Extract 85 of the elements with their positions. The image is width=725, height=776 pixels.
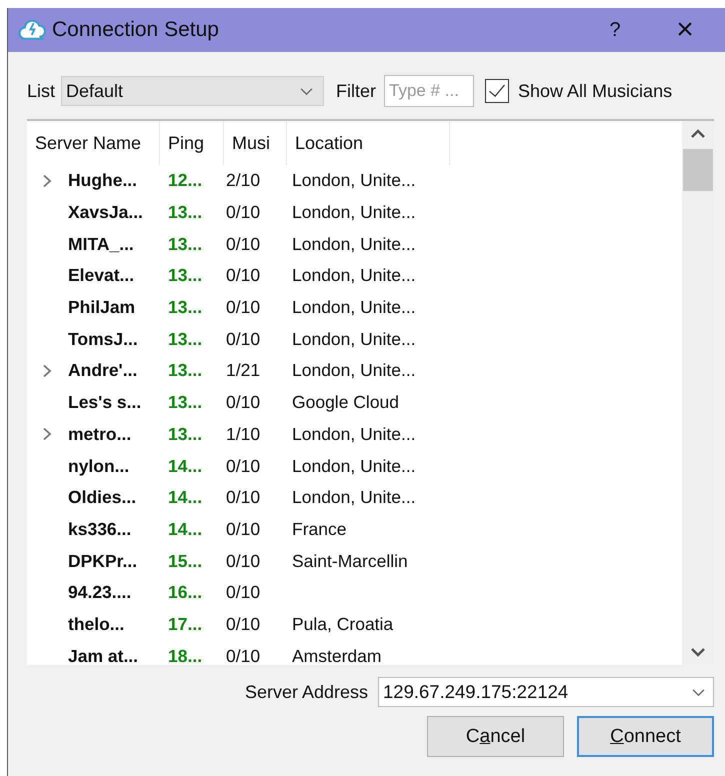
help-button[interactable]: ?: [580, 8, 650, 52]
column-header[interactable]: Server Name: [27, 121, 160, 165]
table-cell-text: 16...: [167, 582, 204, 604]
table-cell-text: Saint-Marcellin: [291, 550, 409, 572]
table-cell-text: nylon...: [67, 456, 130, 477]
table-cell-text: 13...: [167, 234, 204, 255]
table-cell-text: 14...: [167, 456, 204, 477]
table-cell-text: 0/10: [225, 328, 262, 350]
table-cell-text: 13...: [167, 424, 204, 445]
table-cell-text: 14...: [167, 518, 204, 540]
window-title: Connection Setup: [52, 18, 220, 42]
table-cell-text: 13...: [167, 360, 204, 382]
table-cell-text: thelo...: [67, 614, 126, 635]
table-cell-text: 0/10: [225, 202, 262, 224]
table-cell-text: 1/21: [225, 360, 262, 382]
table-cell-text: 0/10: [225, 297, 262, 318]
table-cell-text: TomsJ...: [67, 328, 139, 350]
table-cell-text: 13...: [167, 328, 204, 350]
table-cell-text: 13...: [167, 297, 204, 318]
table-cell-text: Jam at...: [67, 646, 140, 665]
table-cell-text: London, Unite...: [291, 265, 417, 286]
server-address-field[interactable]: 129.67.249.175:22124: [378, 677, 714, 707]
table-cell-text: Les's s...: [67, 392, 142, 414]
cancel-button[interactable]: Cancel: [427, 716, 564, 757]
table-cell-text: London, Unite...: [291, 487, 417, 508]
table-cell-text: 0/10: [225, 234, 262, 255]
table-cell-text: 0/10: [225, 456, 262, 477]
table-cell-text: 13...: [167, 265, 204, 286]
show-all-label: Show All Musicians: [518, 80, 672, 102]
table-cell-text: 13...: [167, 392, 204, 414]
table-cell-text: London, Unite...: [291, 234, 417, 255]
scrollbar-thumb[interactable]: [683, 149, 713, 191]
column-header[interactable]: Musi: [224, 121, 287, 165]
table-cell-text: France: [291, 518, 348, 540]
table-cell-text: 12...: [167, 170, 204, 192]
table-cell-text: London, Unite...: [291, 360, 417, 382]
column-header[interactable]: Ping: [160, 121, 224, 165]
table-cell-text: 0/10: [225, 265, 262, 286]
table-cell-text: London, Unite...: [291, 328, 417, 350]
caret-icon: [300, 86, 314, 96]
caret-icon: [692, 688, 705, 696]
table-cell-text: DPKPr...: [67, 550, 138, 572]
table-cell-text: 0/10: [225, 518, 262, 540]
table-cell-text: Google Cloud: [291, 392, 400, 414]
table-cell-text: metro...: [67, 424, 132, 445]
table-cell-text: 13...: [167, 202, 204, 224]
scroll-down-icon[interactable]: [691, 647, 705, 657]
table-cell-text: Andre'...: [67, 360, 138, 382]
table-cell-text: 0/10: [225, 487, 262, 508]
close-button[interactable]: ×: [650, 8, 720, 52]
table-cell-text: PhilJam: [67, 297, 136, 318]
table-cell-text: London, Unite...: [291, 456, 417, 477]
connect-button[interactable]: Connect: [577, 716, 714, 757]
table-cell-text: 1/10: [225, 424, 262, 445]
filter-field[interactable]: Type # ...: [384, 75, 474, 107]
table-cell-text: ks336...: [67, 518, 132, 540]
table-cell-text: Hughe...: [67, 170, 138, 192]
table-cell-text: MITA_...: [67, 234, 135, 255]
table-cell-text: Elevat...: [67, 265, 136, 286]
show-all-checkbox[interactable]: [485, 79, 510, 103]
scroll-up-icon[interactable]: [691, 129, 705, 139]
table-cell-text: 0/10: [225, 646, 262, 665]
table-cell-text: 18...: [167, 646, 204, 665]
column-header[interactable]: Location: [287, 121, 450, 165]
table-cell-text: London, Unite...: [291, 170, 417, 192]
table-cell-text: 15...: [167, 550, 204, 572]
table-cell-text: 0/10: [225, 392, 262, 414]
server-address-label: Server Address: [244, 682, 368, 702]
table-cell-text: XavsJa...: [67, 202, 144, 224]
table-cell-text: London, Unite...: [291, 424, 417, 445]
table-cell-text: 94.23....: [67, 582, 132, 604]
list-label: List: [27, 80, 56, 102]
table-cell-text: 2/10: [225, 170, 262, 192]
table-cell-text: 0/10: [225, 614, 262, 635]
filter-label: Filter: [336, 80, 376, 102]
table-cell-text: 0/10: [225, 582, 262, 604]
table-cell-text: Oldies...: [67, 487, 138, 508]
list-dropdown[interactable]: Default: [61, 76, 324, 106]
table-cell-text: London, Unite...: [291, 202, 417, 224]
table-cell-text: 0/10: [225, 550, 262, 572]
table-cell-text: London, Unite...: [291, 297, 417, 318]
table-cell-text: 17...: [167, 614, 204, 635]
table-cell-text: Amsterdam: [291, 646, 382, 665]
table-cell-text: Pula, Croatia: [291, 614, 394, 635]
table-cell-text: 14...: [167, 487, 204, 508]
